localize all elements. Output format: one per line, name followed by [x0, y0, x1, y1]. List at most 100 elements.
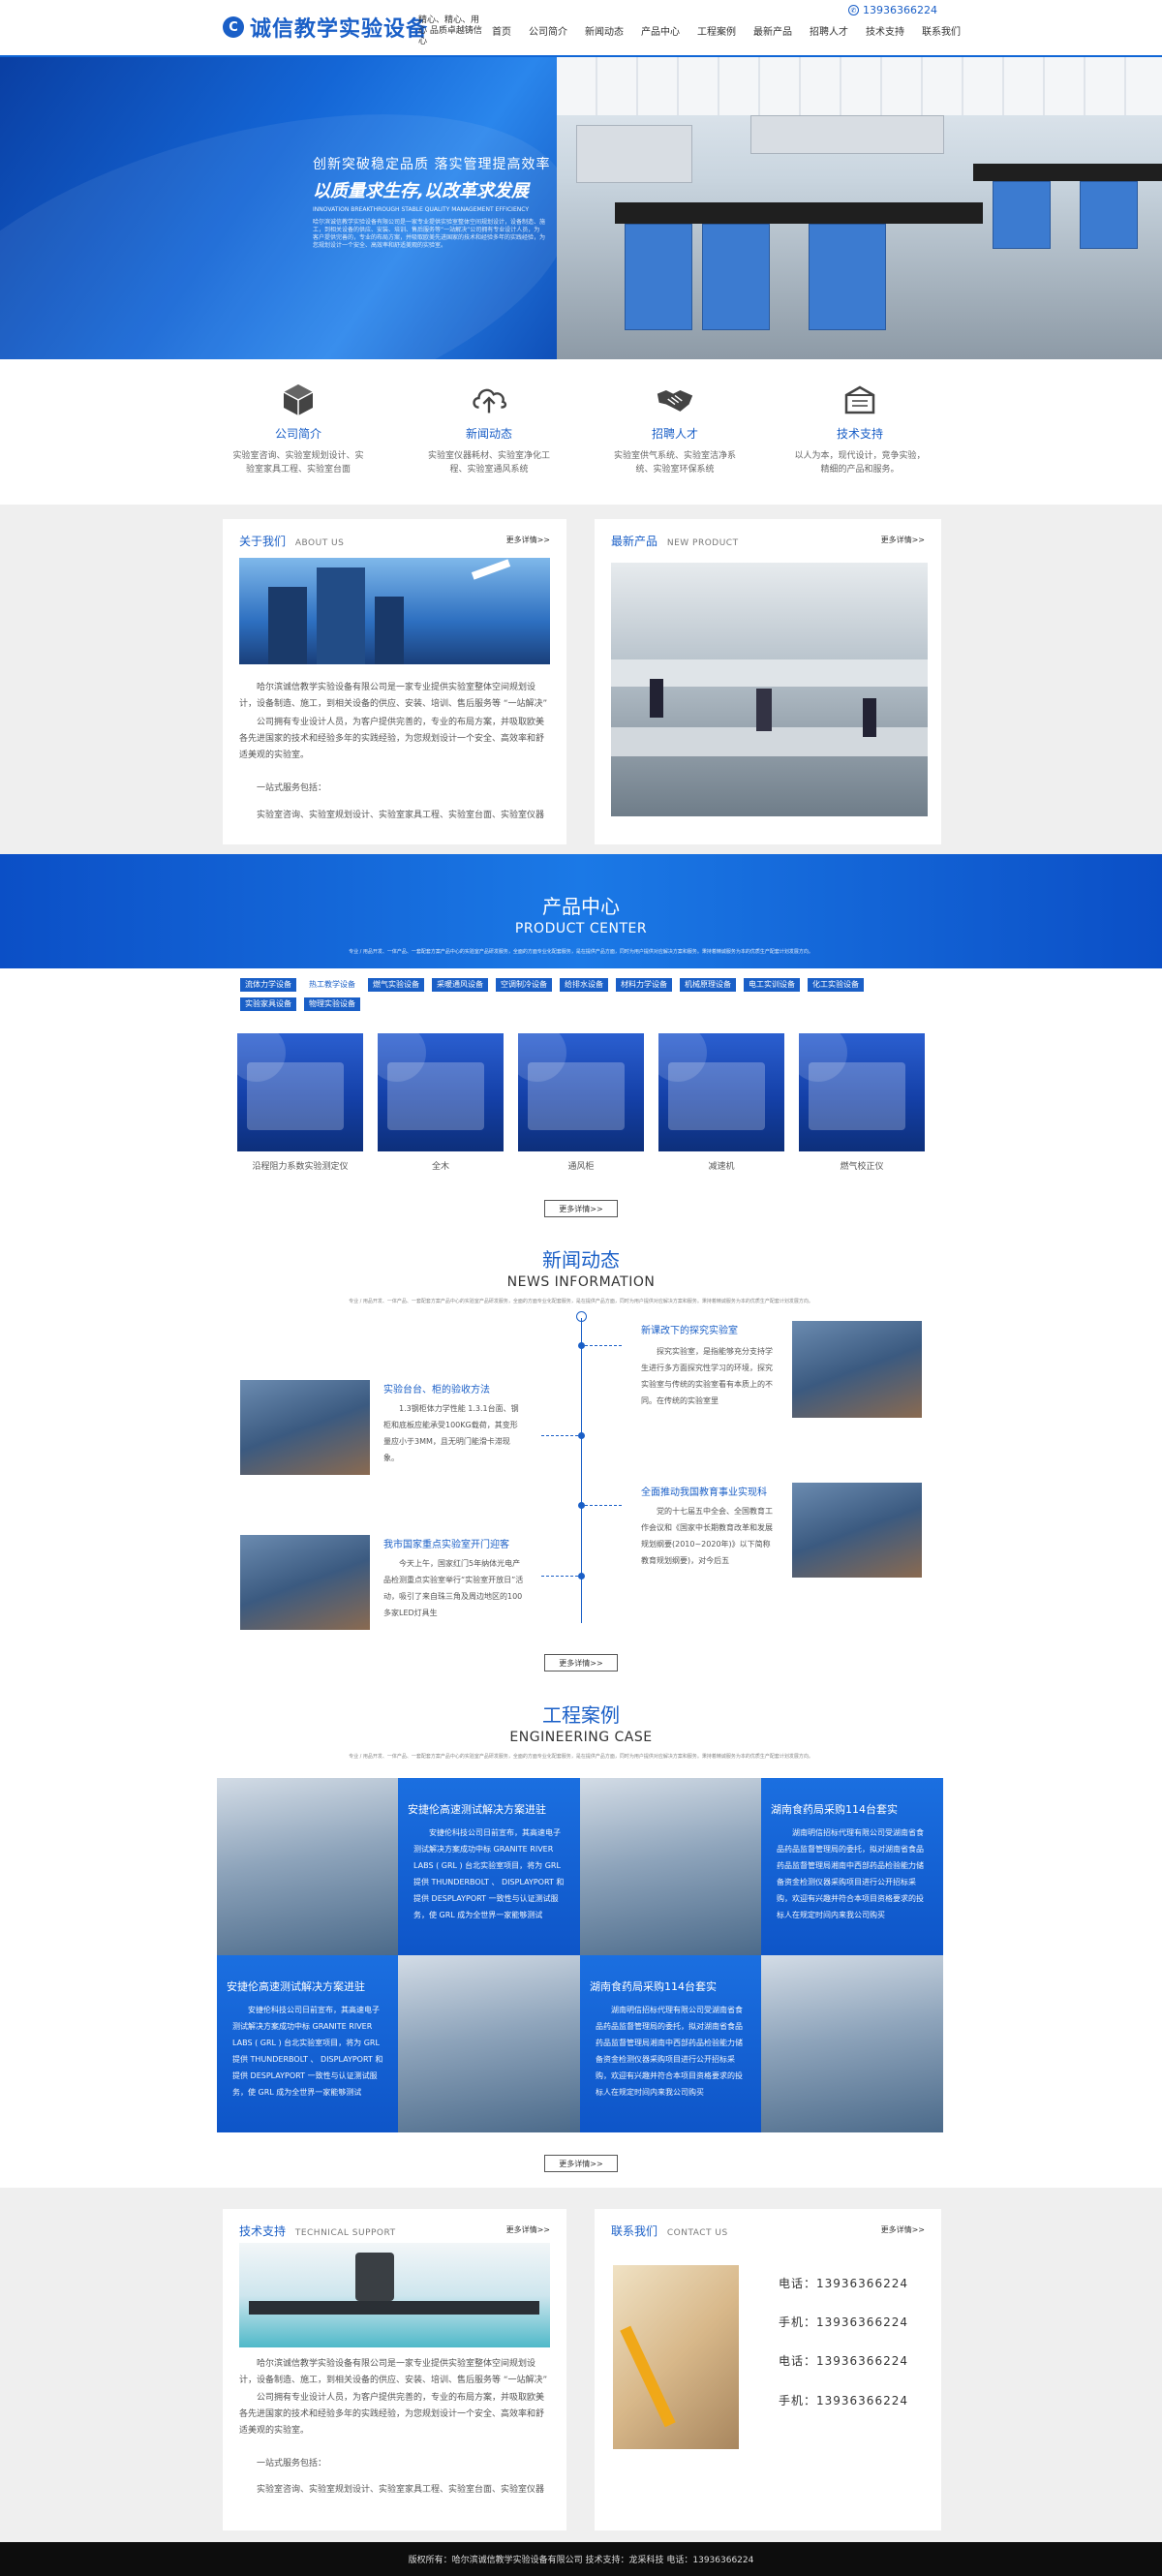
banner-headline-1: 创新突破稳定品质 落实管理提高效率	[313, 157, 551, 172]
product-image[interactable]	[518, 1033, 644, 1151]
product-tab[interactable]: 化工实验设备	[808, 978, 864, 992]
latest-product-photo[interactable]	[611, 563, 928, 816]
news-item-title[interactable]: 新课改下的探究实验室	[641, 1322, 738, 1336]
nav-new-products[interactable]: 最新产品	[745, 26, 801, 40]
nav-about[interactable]: 公司简介	[520, 26, 576, 40]
feature-news[interactable]: 新闻动态 实验室仪器耗材、实验室净化工程、实验室通风系统	[421, 381, 557, 476]
product-item[interactable]: 燃气校正仪	[799, 1033, 925, 1172]
news-item-image[interactable]	[792, 1483, 922, 1578]
product-tab[interactable]: 物理实验设备	[304, 997, 360, 1011]
product-image[interactable]	[658, 1033, 784, 1151]
timeline-connector	[541, 1576, 578, 1577]
feature-about[interactable]: 公司简介 实验室咨询、实验室规划设计、实验室家具工程、实验室台面	[230, 381, 366, 476]
case-image[interactable]	[761, 1955, 943, 2132]
banner-headline-2: 以质量求生存,以改革求发展	[313, 181, 529, 201]
banner-paragraph: 哈尔滨诚信教学实验设备有限公司是一家专业提供实验室整体空间规划设计，设备制造、施…	[313, 219, 546, 249]
case-card[interactable]: 安捷伦高速测试解决方案进驻 安捷伦科技公司日前宣布，其高速电子测试解决方案成功中…	[217, 1955, 399, 2132]
news-item-title[interactable]: 我市国家重点实验室开门迎客	[383, 1536, 509, 1550]
lab-cabinet	[1080, 181, 1138, 249]
about-title: 关于我们	[239, 535, 287, 548]
news-item-image[interactable]	[240, 1380, 370, 1475]
product-tab[interactable]: 实验家具设备	[240, 997, 296, 1011]
about-section: 关于我们 ABOUT US 更多详情>> 哈尔滨诚信教学实验设备有限公司是一家专…	[0, 505, 1162, 854]
case-title: 安捷伦高速测试解决方案进驻	[408, 1803, 546, 1816]
nav-news[interactable]: 新闻动态	[576, 26, 632, 40]
contact-title: 联系我们	[611, 2224, 658, 2238]
site-header: C 诚信教学实验设备 精心、精心、用心 品质卓越铸信心 首页 公司简介 新闻动态…	[0, 0, 1162, 55]
logo[interactable]: C 诚信教学实验设备	[223, 12, 428, 43]
contact-card: 联系我们 CONTACT US 更多详情>> 电话：13936366224 手机…	[595, 2209, 941, 2530]
news-item-image[interactable]	[792, 1321, 922, 1418]
news-item-title[interactable]: 全面推动我国教育事业实现科	[641, 1484, 767, 1498]
case-image[interactable]	[398, 1955, 580, 2132]
banner-lab-photo	[557, 57, 1162, 359]
product-tab[interactable]: 流体力学设备	[240, 978, 296, 992]
feature-title: 技术支持	[836, 427, 883, 441]
feature-title: 公司简介	[274, 427, 321, 441]
lab-cabinet	[702, 224, 770, 330]
news-item-body: 1.3钢柜体力学性能 1.3.1台面、钢柜和底板应能承受100KG载荷，其变形量…	[383, 1404, 519, 1462]
lab-bench	[973, 164, 1162, 181]
product-tab[interactable]: 给排水设备	[560, 978, 608, 992]
tech-paragraph-3: 一站式服务包括：	[257, 2459, 327, 2469]
product-image[interactable]	[799, 1033, 925, 1151]
building-shape	[317, 567, 365, 664]
hero-banner: 创新突破稳定品质 落实管理提高效率 以质量求生存,以改革求发展 INNOVATI…	[0, 57, 1162, 359]
about-card: 关于我们 ABOUT US 更多详情>> 哈尔滨诚信教学实验设备有限公司是一家专…	[223, 519, 566, 844]
lab-bench	[611, 727, 928, 756]
product-more-button[interactable]: 更多详情>>	[544, 1200, 618, 1217]
latest-product-card: 最新产品 NEW PRODUCT 更多详情>>	[595, 519, 941, 844]
nav-contact[interactable]: 联系我们	[913, 26, 969, 40]
product-item[interactable]: 通风柜	[518, 1033, 644, 1172]
lab-bench	[615, 202, 983, 224]
cases-more-button[interactable]: 更多详情>>	[544, 2155, 618, 2172]
product-tab[interactable]: 电工实训设备	[744, 978, 800, 992]
airplane-shape	[471, 559, 511, 580]
product-tab[interactable]: 采暖通风设备	[432, 978, 488, 992]
case-card[interactable]: 安捷伦高速测试解决方案进驻 安捷伦科技公司日前宣布，其高速电子测试解决方案成功中…	[398, 1778, 580, 1955]
news-more-button[interactable]: 更多详情>>	[544, 1654, 618, 1671]
person-shape	[863, 698, 876, 737]
latest-more-link[interactable]: 更多详情>>	[881, 535, 925, 545]
case-image[interactable]	[580, 1778, 762, 1955]
product-item[interactable]: 减速机	[658, 1033, 784, 1172]
main-nav: 首页 公司简介 新闻动态 产品中心 工程案例 最新产品 招聘人才 技术支持 联系…	[483, 26, 969, 40]
nav-home[interactable]: 首页	[483, 26, 520, 40]
header-phone: ✆ 13936366224	[848, 4, 937, 16]
contact-more-link[interactable]: 更多详情>>	[881, 2224, 925, 2235]
latest-card-header: 最新产品 NEW PRODUCT 更多详情>>	[611, 533, 925, 548]
product-image[interactable]	[237, 1033, 363, 1151]
product-image[interactable]	[378, 1033, 504, 1151]
product-tab[interactable]: 燃气实验设备	[368, 978, 424, 992]
news-item-image[interactable]	[240, 1535, 370, 1630]
product-tab[interactable]: 机械原理设备	[680, 978, 736, 992]
nav-tech[interactable]: 技术支持	[857, 26, 913, 40]
product-item[interactable]: 沿程阻力系数实验测定仪	[237, 1033, 363, 1172]
news-item-body: 今天上午，国家红门5年纳体光电产品检测重点实验室举行“实验室开放日”活动，吸引了…	[383, 1559, 524, 1617]
product-tab-active[interactable]: 热工教学设备	[304, 978, 360, 992]
news-item-body: 党的十七届五中全会、全国教育工作会议和《国家中长期教育改革和发展规划纲要(201…	[641, 1507, 773, 1565]
tech-subtitle: TECHNICAL SUPPORT	[294, 2228, 396, 2238]
product-center-heading: 产品中心 PRODUCT CENTER 专业 / 用品开发、一体产品、一套配套方…	[0, 854, 1162, 955]
feature-jobs[interactable]: 招聘人才 实验室供气系统、实验室洁净系统、实验室环保系统	[607, 381, 743, 476]
product-tab[interactable]: 材料力学设备	[616, 978, 672, 992]
product-item[interactable]: 全木	[378, 1033, 504, 1172]
nav-cases[interactable]: 工程案例	[688, 26, 745, 40]
nav-products[interactable]: 产品中心	[632, 26, 688, 40]
case-image[interactable]	[217, 1778, 399, 1955]
case-card[interactable]: 湖南食药局采购114台套实 湖南明信招标代理有限公司受湖南省食品药品监督管理局的…	[761, 1778, 943, 1955]
feature-title: 招聘人才	[651, 427, 698, 441]
feature-tech[interactable]: 技术支持 以人为本，现代设计，竞争实验，精细的产品和服务。	[792, 381, 928, 476]
cases-grid: 安捷伦高速测试解决方案进驻 安捷伦科技公司日前宣布，其高速电子测试解决方案成功中…	[217, 1778, 943, 2133]
product-tab[interactable]: 空调制冷设备	[496, 978, 552, 992]
feature-desc: 实验室咨询、实验室规划设计、实验室家具工程、实验室台面	[232, 451, 364, 475]
about-more-link[interactable]: 更多详情>>	[506, 535, 550, 545]
tech-more-link[interactable]: 更多详情>>	[506, 2224, 550, 2235]
news-item-body: 探究实验室，是指能够充分支持学生进行多方面探究性学习的环境，探究实验室与传统的实…	[641, 1347, 773, 1405]
news-item-title[interactable]: 实验台台、柜的验收方法	[383, 1381, 490, 1395]
product-center-title: 产品中心	[542, 895, 620, 918]
lab-cabinet	[993, 181, 1051, 249]
nav-jobs[interactable]: 招聘人才	[801, 26, 857, 40]
product-grid: 沿程阻力系数实验测定仪 全木 通风柜 减速机 燃气校正仪	[237, 1033, 925, 1172]
case-card[interactable]: 湖南食药局采购114台套实 湖南明信招标代理有限公司受湖南省食品药品监督管理局的…	[580, 1955, 762, 2132]
